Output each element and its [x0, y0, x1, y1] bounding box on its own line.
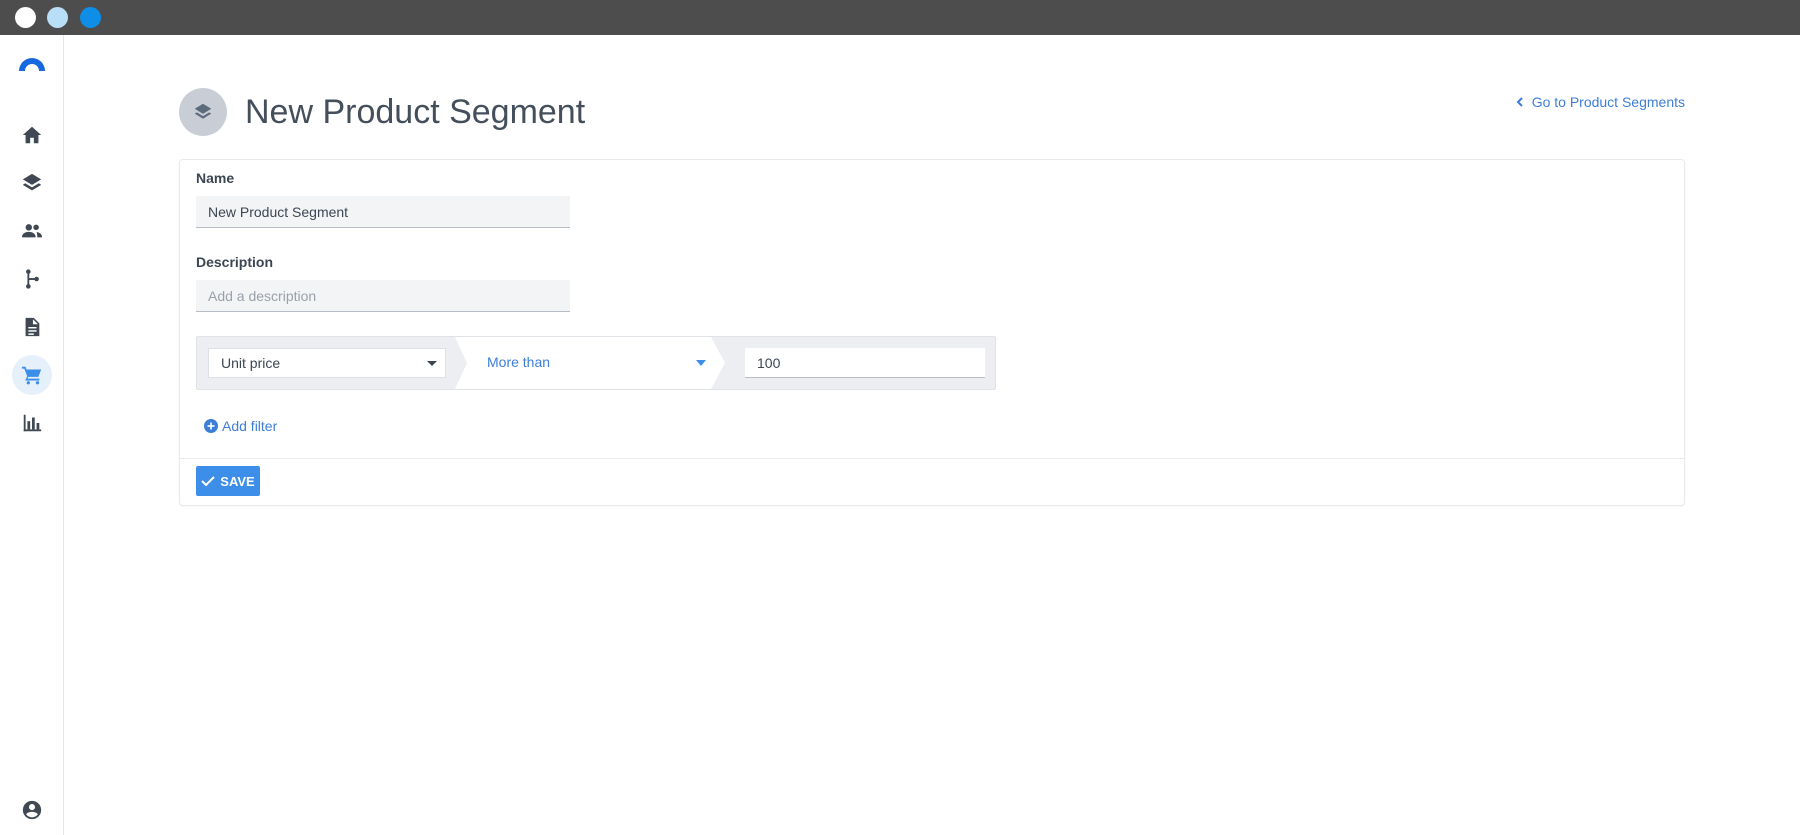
caret-down-icon [696, 360, 706, 366]
window-minimize-button[interactable] [47, 7, 68, 28]
plus-circle-icon [204, 419, 218, 433]
sidebar-item-people[interactable] [12, 211, 52, 251]
filter-row: Unit price More than [196, 336, 996, 390]
sidebar-item-products[interactable] [12, 355, 52, 395]
people-icon [21, 224, 43, 238]
branch-icon [26, 269, 39, 289]
header-avatar [179, 88, 227, 136]
bar-chart-icon [23, 414, 42, 432]
window-maximize-button[interactable] [80, 7, 101, 28]
layers-icon [194, 103, 212, 119]
description-label: Description [196, 254, 274, 270]
add-filter-label: Add filter [222, 418, 278, 434]
back-link-label: Go to Product Segments [1531, 94, 1685, 110]
account-button[interactable] [12, 790, 52, 830]
home-icon [22, 126, 42, 144]
add-filter-button[interactable]: Add filter [204, 418, 277, 434]
page-title: New Product Segment [245, 93, 586, 131]
save-button[interactable]: SAVE [196, 466, 260, 496]
go-to-product-segments-link[interactable]: Go to Product Segments [1516, 94, 1685, 110]
filter-field-value: Unit price [221, 355, 281, 371]
account-circle-icon [22, 800, 42, 820]
window-close-button[interactable] [15, 7, 36, 28]
sidebar-item-documents[interactable] [12, 307, 52, 347]
sidebar-item-journeys[interactable] [12, 259, 52, 299]
sidebar-item-segments[interactable] [12, 163, 52, 203]
page-header: New Product Segment Go to Product Segmen… [179, 88, 1685, 136]
sidebar [0, 35, 64, 835]
name-input[interactable] [196, 196, 570, 228]
segment-form-card: Name Description Unit price More than Ad… [179, 159, 1685, 506]
save-label: SAVE [220, 473, 255, 489]
sidebar-item-home[interactable] [12, 115, 52, 155]
chevron-left-icon [1516, 97, 1523, 107]
document-icon [25, 317, 40, 337]
filter-operator-value: More than [487, 354, 551, 370]
sidebar-item-analytics[interactable] [12, 403, 52, 443]
window-titlebar [0, 0, 1800, 35]
filter-operator-select[interactable]: More than [455, 337, 725, 389]
cart-icon [21, 366, 42, 385]
check-icon [201, 476, 215, 487]
filter-value-input[interactable] [745, 348, 985, 378]
filter-field-select[interactable]: Unit price [208, 348, 446, 378]
card-divider [180, 458, 1684, 459]
description-input[interactable] [196, 280, 570, 312]
name-label: Name [196, 170, 235, 186]
brand-logo[interactable] [17, 55, 47, 75]
caret-down-icon [427, 361, 437, 366]
layers-icon [22, 173, 42, 191]
